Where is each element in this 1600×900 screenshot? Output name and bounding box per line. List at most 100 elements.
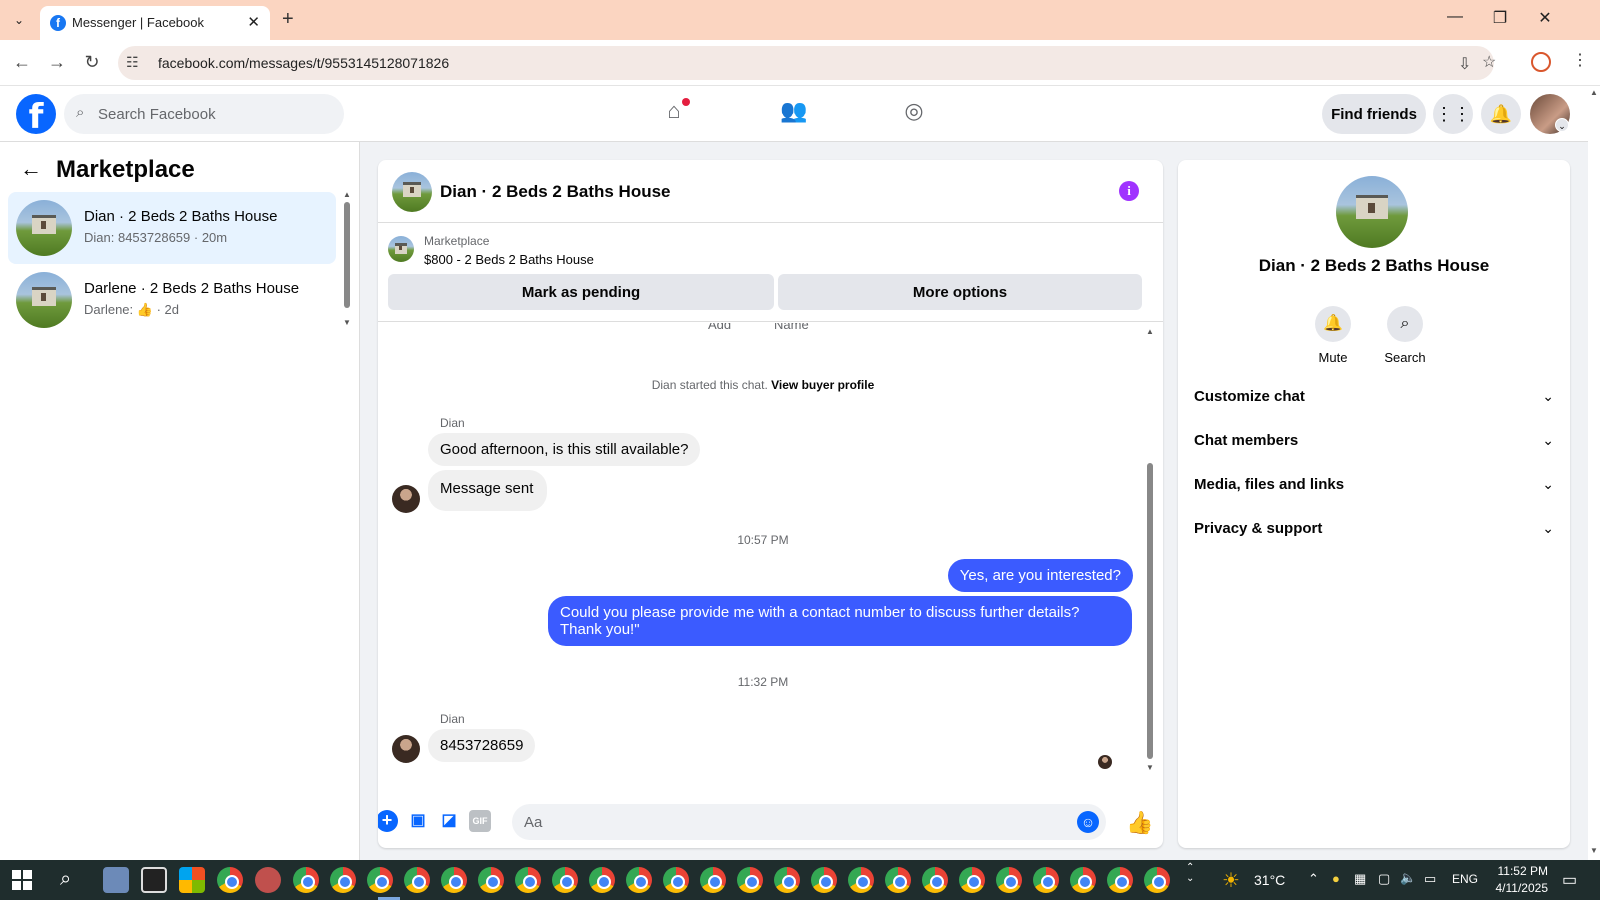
sender-avatar[interactable] bbox=[392, 735, 420, 763]
chrome-profile-icon[interactable] bbox=[441, 867, 467, 893]
install-app-icon[interactable]: ⇩ bbox=[1458, 54, 1471, 74]
browser-profile-icon[interactable] bbox=[1531, 52, 1551, 72]
chrome-profile-icon[interactable] bbox=[1144, 867, 1170, 893]
facebook-search[interactable]: ⌕ bbox=[64, 94, 344, 134]
view-buyer-profile-link[interactable]: View buyer profile bbox=[771, 378, 874, 392]
incoming-message[interactable]: Good afternoon, is this still available? bbox=[428, 433, 701, 466]
minimize-icon[interactable]: — bbox=[1440, 8, 1470, 26]
page-scrollbar[interactable]: ▲ ▼ bbox=[1588, 86, 1600, 860]
conversation-item[interactable]: Dian · 2 Beds 2 Baths House Dian: 845372… bbox=[8, 192, 336, 264]
chrome-profile-icon[interactable] bbox=[737, 867, 763, 893]
restore-icon[interactable]: ❐ bbox=[1485, 8, 1515, 28]
privacy-support-section[interactable]: Privacy & support ⌄ bbox=[1194, 510, 1554, 550]
chrome-profile-icon[interactable] bbox=[367, 867, 393, 893]
menu-grid-icon[interactable]: ⋮⋮ bbox=[1433, 94, 1473, 134]
list-scrollbar[interactable]: ▲ ▼ bbox=[342, 190, 352, 330]
clock-date[interactable]: 4/11/2025 bbox=[1486, 881, 1549, 895]
tray-app-icon[interactable]: ● bbox=[1332, 871, 1340, 886]
chrome-profile-icon[interactable] bbox=[404, 867, 430, 893]
thumbs-up-icon[interactable]: 👍 bbox=[1126, 810, 1153, 836]
taskbar-app-icon[interactable] bbox=[255, 867, 281, 893]
chrome-profile-icon[interactable] bbox=[700, 867, 726, 893]
back-arrow-icon[interactable]: ← bbox=[20, 156, 42, 182]
notifications-bell-icon[interactable]: 🔔 bbox=[1481, 94, 1521, 134]
conversation-item[interactable]: Darlene · 2 Beds 2 Baths House Darlene: … bbox=[8, 264, 336, 336]
find-friends-button[interactable]: Find friends bbox=[1322, 94, 1426, 134]
chrome-icon[interactable] bbox=[217, 867, 243, 893]
chat-title[interactable]: Dian · 2 Beds 2 Baths House bbox=[440, 182, 671, 202]
chrome-profile-icon[interactable] bbox=[1107, 867, 1133, 893]
listing-price-title[interactable]: $800 - 2 Beds 2 Baths House bbox=[424, 252, 594, 267]
meet-now-icon[interactable]: ▢ bbox=[1378, 871, 1390, 887]
chrome-profile-icon[interactable] bbox=[848, 867, 874, 893]
back-icon[interactable]: ← bbox=[10, 52, 34, 73]
bell-icon[interactable]: 🔔 bbox=[1315, 306, 1351, 342]
groups-icon[interactable]: ◎ bbox=[898, 98, 930, 130]
windows-start-icon[interactable] bbox=[12, 870, 32, 890]
chrome-profile-icon[interactable] bbox=[330, 867, 356, 893]
chat-members-section[interactable]: Chat members ⌄ bbox=[1194, 422, 1554, 462]
listing-thumbnail[interactable] bbox=[388, 236, 414, 262]
chrome-profile-icon[interactable] bbox=[478, 867, 504, 893]
clock-time[interactable]: 11:52 PM bbox=[1492, 864, 1548, 878]
volume-icon[interactable]: 🔈 bbox=[1400, 870, 1416, 886]
taskbar-app-icon[interactable] bbox=[141, 867, 167, 893]
search-conversation-button[interactable]: ⌕ Search bbox=[1370, 306, 1440, 365]
friends-icon[interactable]: 👥 bbox=[778, 98, 810, 130]
browser-menu-icon[interactable]: ⋮ bbox=[1572, 50, 1588, 70]
incoming-message[interactable]: Message sent bbox=[428, 470, 548, 511]
chrome-profile-icon[interactable] bbox=[959, 867, 985, 893]
chrome-profile-icon[interactable] bbox=[515, 867, 541, 893]
chrome-profile-icon[interactable] bbox=[626, 867, 652, 893]
chrome-profile-icon[interactable] bbox=[922, 867, 948, 893]
taskbar-search-icon[interactable]: ⌕ bbox=[60, 868, 71, 891]
emoji-icon[interactable]: ☺ bbox=[1077, 811, 1099, 833]
browser-tab[interactable]: f Messenger | Facebook ✕ bbox=[40, 6, 270, 40]
bookmark-star-icon[interactable]: ☆ bbox=[1482, 52, 1496, 72]
microsoft-store-icon[interactable] bbox=[179, 867, 205, 893]
chrome-profile-icon[interactable] bbox=[589, 867, 615, 893]
customize-chat-section[interactable]: Customize chat ⌄ bbox=[1194, 378, 1554, 418]
taskbar-app-icon[interactable] bbox=[103, 867, 129, 893]
omnibox[interactable]: ☷ facebook.com/messages/t/95531451280718… bbox=[118, 46, 1494, 80]
chrome-profile-icon[interactable] bbox=[1070, 867, 1096, 893]
network-icon[interactable]: ▭ bbox=[1424, 871, 1436, 887]
weather-icon[interactable]: ☀ bbox=[1222, 868, 1240, 893]
chrome-profile-icon[interactable] bbox=[552, 867, 578, 893]
chrome-profile-icon[interactable] bbox=[885, 867, 911, 893]
site-info-icon[interactable]: ☷ bbox=[126, 54, 139, 71]
tray-chevron-icon[interactable]: ⌃ bbox=[1308, 871, 1319, 887]
message-input[interactable] bbox=[512, 804, 1106, 840]
more-options-button[interactable]: More options bbox=[778, 274, 1142, 310]
gif-icon[interactable]: GIF bbox=[469, 810, 491, 832]
chat-thumbnail[interactable] bbox=[392, 172, 432, 212]
incoming-message[interactable]: 8453728659 bbox=[428, 729, 536, 762]
chrome-profile-icon[interactable] bbox=[1033, 867, 1059, 893]
mark-as-pending-button[interactable]: Mark as pending bbox=[388, 274, 774, 310]
tab-close-icon[interactable]: ✕ bbox=[247, 13, 260, 31]
outgoing-message[interactable]: Yes, are you interested? bbox=[947, 559, 1133, 592]
taskbar-overflow-icon[interactable]: ⌃ ⌄ bbox=[1186, 862, 1194, 884]
sticker-icon[interactable]: ◪ bbox=[438, 810, 460, 832]
account-chevron-icon[interactable]: ⌄ bbox=[1555, 118, 1569, 132]
outgoing-message[interactable]: Could you please provide me with a conta… bbox=[548, 596, 1132, 646]
chrome-profile-icon[interactable] bbox=[774, 867, 800, 893]
window-close-icon[interactable]: ✕ bbox=[1530, 8, 1560, 28]
photo-icon[interactable]: ▣ bbox=[407, 810, 429, 832]
reload-icon[interactable]: ↻ bbox=[80, 52, 104, 73]
facebook-search-input[interactable] bbox=[98, 94, 328, 134]
search-icon[interactable]: ⌕ bbox=[1387, 306, 1423, 342]
chrome-profile-icon[interactable] bbox=[996, 867, 1022, 893]
chrome-profile-icon[interactable] bbox=[663, 867, 689, 893]
facebook-logo-icon[interactable]: f bbox=[16, 94, 56, 137]
input-language[interactable]: ENG bbox=[1452, 872, 1478, 886]
media-files-links-section[interactable]: Media, files and links ⌄ bbox=[1194, 466, 1554, 506]
notification-center-icon[interactable]: ▭ bbox=[1562, 870, 1577, 890]
chrome-profile-icon[interactable] bbox=[293, 867, 319, 893]
url-text[interactable]: facebook.com/messages/t/9553145128071826 bbox=[158, 55, 449, 71]
mute-button[interactable]: 🔔 Mute bbox=[1298, 306, 1368, 365]
chat-profile-thumbnail[interactable] bbox=[1336, 176, 1408, 248]
sender-avatar[interactable] bbox=[392, 485, 420, 513]
plus-icon[interactable]: + bbox=[378, 810, 398, 832]
chrome-profile-icon[interactable] bbox=[811, 867, 837, 893]
